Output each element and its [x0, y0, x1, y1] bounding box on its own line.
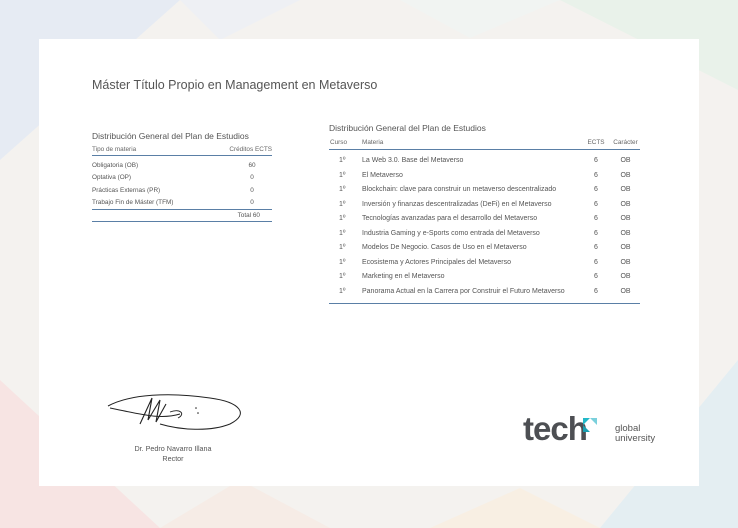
- row-curso: 1º: [339, 186, 346, 193]
- row-materia: Modelos De Negocio. Casos de Uso en el M…: [362, 244, 527, 251]
- signature-image: [107, 394, 241, 430]
- row-materia: Blockchain: clave para construir un meta…: [362, 186, 557, 193]
- row-curso: 1º: [339, 215, 346, 222]
- table-row: 1º El Metaverso 6 OB: [329, 169, 640, 184]
- row-ects: 6: [594, 287, 598, 295]
- summary-heading: Distribución General del Plan de Estudio…: [92, 131, 249, 141]
- row-caracter: OB: [620, 186, 631, 193]
- row-ects: 6: [594, 215, 598, 222]
- summary-row-label: Optativa (OP): [92, 174, 132, 182]
- page-title: Máster Título Propio en Management en Me…: [92, 78, 378, 92]
- row-ects: 6: [594, 244, 598, 251]
- row-caracter: OB: [620, 273, 631, 280]
- summary-header-row: Tipo de materia Créditos ECTS: [92, 146, 272, 156]
- summary-row-label: Prácticas Externas (PR): [92, 186, 161, 194]
- row-curso: 1º: [339, 287, 346, 295]
- row-caracter: OB: [620, 229, 631, 237]
- logo-line2: university: [615, 432, 656, 444]
- row-curso: 1º: [339, 258, 346, 266]
- table-row: Optativa (OP) 0: [92, 172, 272, 185]
- row-materia: Tecnologías avanzadas para el desarrollo…: [362, 215, 538, 222]
- col-caracter: Carácter: [613, 139, 638, 146]
- col-ects: ECTS: [587, 139, 605, 146]
- signer-name: Dr. Pedro Navarro Illana: [134, 444, 212, 453]
- row-materia: Panorama Actual en la Carrera por Constr…: [362, 287, 565, 295]
- table-row: 1º Industria Gaming y e-Sports como entra…: [329, 227, 640, 242]
- summary-row-value: 60: [248, 161, 256, 169]
- row-curso: 1º: [339, 229, 346, 237]
- summary-row-value: 0: [250, 186, 254, 194]
- summary-col-credits: Créditos ECTS: [229, 146, 272, 153]
- row-ects: 6: [594, 186, 598, 193]
- table-row: 1º Tecnologías avanzadas para el desarrol…: [329, 212, 640, 227]
- table-row: Trabajo Fin de Máster (TFM) 0: [92, 197, 272, 210]
- row-curso: 1º: [339, 200, 346, 208]
- row-ects: 6: [594, 157, 598, 164]
- col-curso: Curso: [330, 139, 348, 146]
- table-row: 1º Panorama Actual en la Carrera por Cons…: [329, 285, 640, 300]
- summary-row-label: Obligatoria (OB): [92, 161, 139, 169]
- row-materia: El Metaverso: [362, 171, 403, 179]
- table-row: 1º Inversión y finanzas descentralizadas …: [329, 198, 640, 213]
- row-ects: 6: [594, 229, 598, 237]
- logo-wordmark: tech: [523, 410, 588, 447]
- courses-heading: Distribución General del Plan de Estudio…: [329, 123, 486, 133]
- tech-logo: tech global university: [523, 410, 673, 452]
- col-materia: Materia: [362, 139, 384, 146]
- summary-table: Distribución General del Plan de Estudio…: [92, 131, 272, 222]
- row-curso: 1º: [339, 244, 346, 251]
- table-row: 1º Modelos De Negocio. Casos de Uso en el…: [329, 241, 640, 256]
- summary-row-value: 0: [250, 199, 254, 207]
- row-ects: 6: [594, 258, 598, 266]
- row-caracter: OB: [620, 157, 631, 164]
- signer-block: Dr. Pedro Navarro Illana Rector: [98, 444, 248, 464]
- row-materia: Marketing en el Metaverso: [362, 273, 445, 280]
- summary-col-type: Tipo de materia: [92, 146, 137, 153]
- logo-accent-icon: [583, 418, 597, 432]
- summary-row-value: 0: [250, 174, 254, 182]
- row-caracter: OB: [620, 258, 631, 266]
- table-row: Prácticas Externas (PR) 0: [92, 184, 272, 197]
- row-curso: 1º: [339, 273, 346, 280]
- courses-header-row: Curso Materia ECTS Carácter: [329, 139, 640, 150]
- courses-body: 1º La Web 3.0. Base del Metaverso 6 OB 1º El…: [329, 154, 640, 299]
- row-caracter: OB: [620, 287, 631, 295]
- row-materia: Ecosistema y Actores Principales del Met…: [362, 258, 512, 266]
- row-ects: 6: [594, 171, 598, 179]
- row-ects: 6: [594, 200, 598, 208]
- row-caracter: OB: [620, 215, 631, 222]
- row-materia: La Web 3.0. Base del Metaverso: [362, 157, 464, 164]
- table-row: 1º La Web 3.0. Base del Metaverso 6 OB: [329, 154, 640, 169]
- table-row: Obligatoria (OB) 60: [92, 159, 272, 172]
- row-caracter: OB: [620, 171, 631, 179]
- row-curso: 1º: [339, 157, 346, 164]
- summary-total: Total 60: [92, 209, 272, 222]
- table-divider: [329, 303, 640, 304]
- table-row: 1º Marketing en el Metaverso 6 OB: [329, 270, 640, 285]
- row-caracter: OB: [620, 244, 631, 251]
- table-row: 1º Ecosistema y Actores Principales del M…: [329, 256, 640, 271]
- signer-role: Rector: [162, 454, 184, 463]
- courses-table: Distribución General del Plan de Estudio…: [329, 123, 640, 304]
- row-ects: 6: [594, 273, 598, 280]
- table-row: 1º Blockchain: clave para construir un me…: [329, 183, 640, 198]
- row-materia: Industria Gaming y e-Sports como entrada…: [362, 229, 540, 237]
- logo-subtitle: global university: [615, 424, 655, 443]
- summary-row-label: Trabajo Fin de Máster (TFM): [92, 199, 174, 207]
- row-materia: Inversión y finanzas descentralizadas (D…: [362, 200, 552, 208]
- row-curso: 1º: [339, 171, 346, 179]
- row-caracter: OB: [620, 200, 631, 208]
